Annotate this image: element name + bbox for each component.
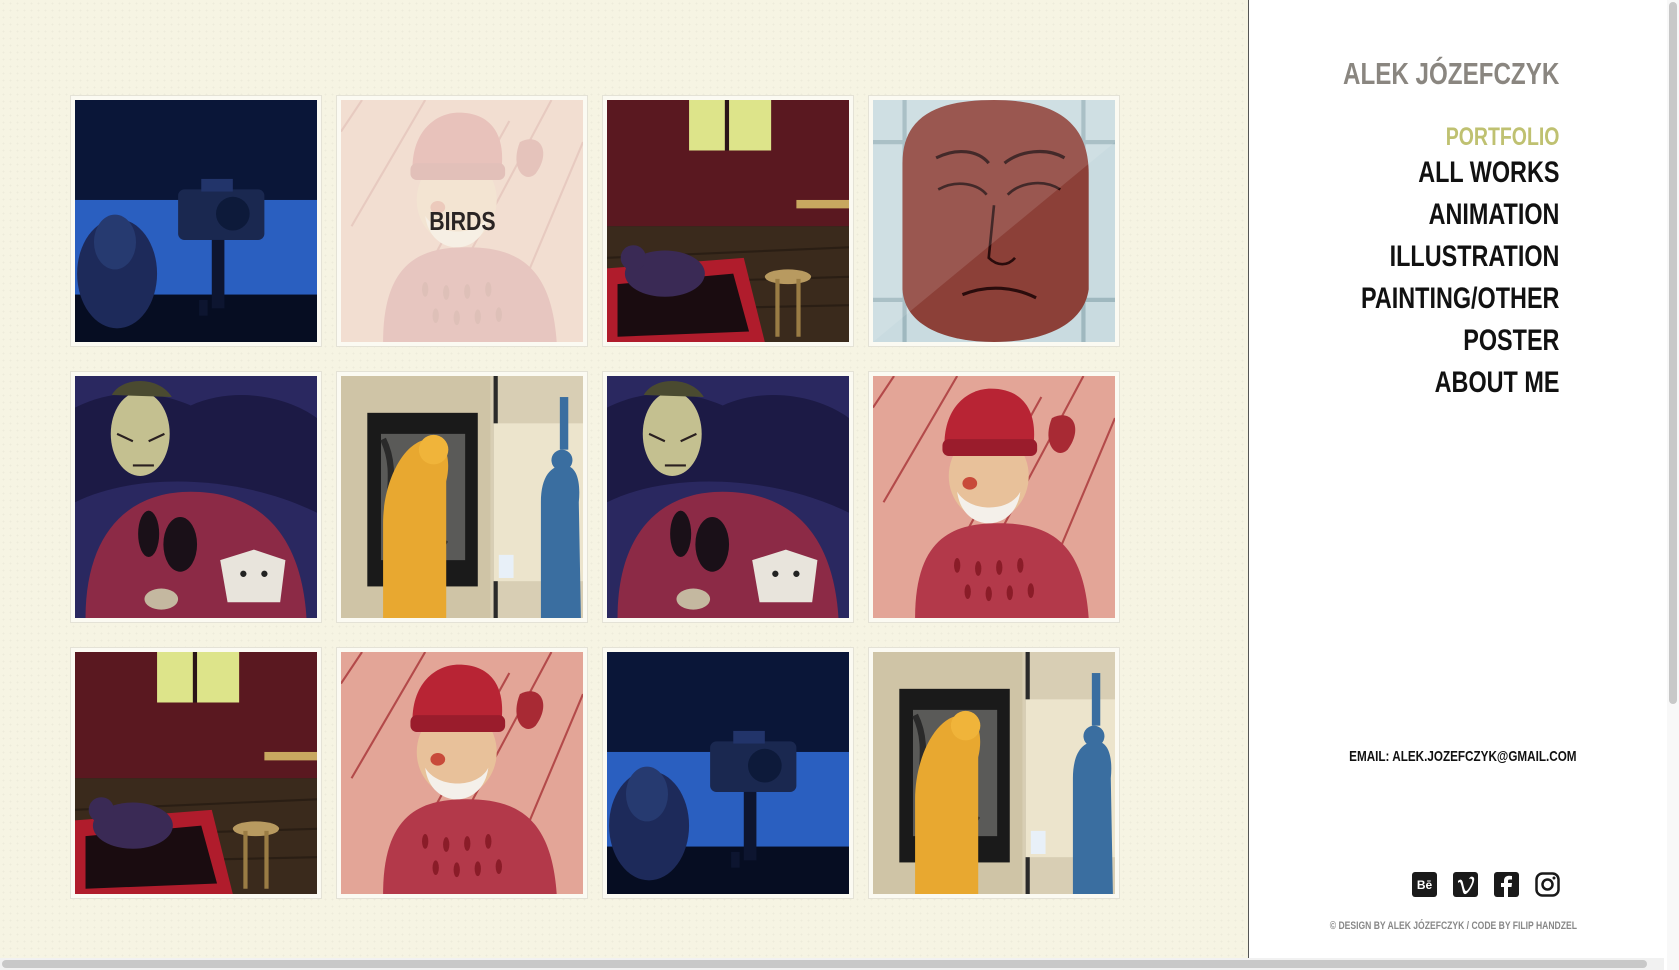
vimeo-icon[interactable] bbox=[1452, 871, 1479, 898]
nav-heading-portfolio[interactable]: PORTFOLIO bbox=[1361, 122, 1559, 152]
artwork-image bbox=[75, 652, 317, 894]
gallery-tile[interactable] bbox=[336, 371, 588, 623]
gallery-tile[interactable] bbox=[868, 371, 1120, 623]
artwork-image bbox=[607, 100, 849, 342]
gallery-tile[interactable] bbox=[336, 647, 588, 899]
artwork-image bbox=[873, 376, 1115, 618]
tile-hover-overlay[interactable]: BIRDS bbox=[341, 100, 583, 342]
artwork-image bbox=[75, 376, 317, 618]
sidebar: ALEK JÓZEFCZYK PORTFOLIO ALL WORKS ANIMA… bbox=[1249, 0, 1679, 970]
nav-item-about-me[interactable]: ABOUT ME bbox=[1361, 362, 1559, 404]
gallery-tile[interactable] bbox=[602, 95, 854, 347]
site-title-link[interactable]: ALEK JÓZEFCZYK bbox=[1343, 56, 1559, 92]
gallery-tile[interactable] bbox=[602, 371, 854, 623]
horizontal-scrollbar[interactable] bbox=[0, 958, 1664, 970]
gallery-tile-hovered[interactable]: BIRDS bbox=[336, 95, 588, 347]
artwork-image bbox=[873, 652, 1115, 894]
artwork-image bbox=[75, 100, 317, 342]
horizontal-scrollbar-thumb[interactable] bbox=[2, 960, 1647, 968]
artwork-image: BIRDS bbox=[341, 100, 583, 342]
artwork-image bbox=[873, 100, 1115, 342]
gallery-tile[interactable] bbox=[868, 647, 1120, 899]
artwork-image bbox=[341, 376, 583, 618]
gallery-tile[interactable] bbox=[602, 647, 854, 899]
nav-item-poster[interactable]: POSTER bbox=[1361, 320, 1559, 362]
nav-item-illustration[interactable]: ILLUSTRATION bbox=[1361, 236, 1559, 278]
behance-icon[interactable]: Bē bbox=[1411, 871, 1438, 898]
gallery-tile[interactable] bbox=[868, 95, 1120, 347]
nav-item-animation[interactable]: ANIMATION bbox=[1361, 194, 1559, 236]
facebook-icon[interactable] bbox=[1493, 871, 1520, 898]
tile-hover-label: BIRDS bbox=[428, 205, 496, 236]
artwork-image bbox=[607, 376, 849, 618]
instagram-icon[interactable] bbox=[1534, 871, 1561, 898]
social-links: Bē bbox=[1411, 871, 1561, 898]
main-nav: PORTFOLIO ALL WORKS ANIMATION ILLUSTRATI… bbox=[1305, 122, 1559, 404]
gallery: BIRDS bbox=[0, 0, 1248, 970]
credits-text: © DESIGN BY ALEK JÓZEFCZYK / CODE BY FIL… bbox=[1329, 920, 1577, 932]
svg-text:Bē: Bē bbox=[1417, 878, 1433, 892]
vertical-scrollbar[interactable] bbox=[1667, 0, 1679, 970]
gallery-tile[interactable] bbox=[70, 371, 322, 623]
gallery-tile[interactable] bbox=[70, 95, 322, 347]
artwork-image bbox=[607, 652, 849, 894]
vertical-scrollbar-thumb[interactable] bbox=[1669, 2, 1677, 704]
nav-item-painting-other[interactable]: PAINTING/OTHER bbox=[1361, 278, 1559, 320]
artwork-image bbox=[341, 652, 583, 894]
contact-email-link[interactable]: EMAIL: ALEK.JOZEFCZYK@GMAIL.COM bbox=[1350, 748, 1577, 765]
gallery-tile[interactable] bbox=[70, 647, 322, 899]
nav-item-all-works[interactable]: ALL WORKS bbox=[1361, 152, 1559, 194]
